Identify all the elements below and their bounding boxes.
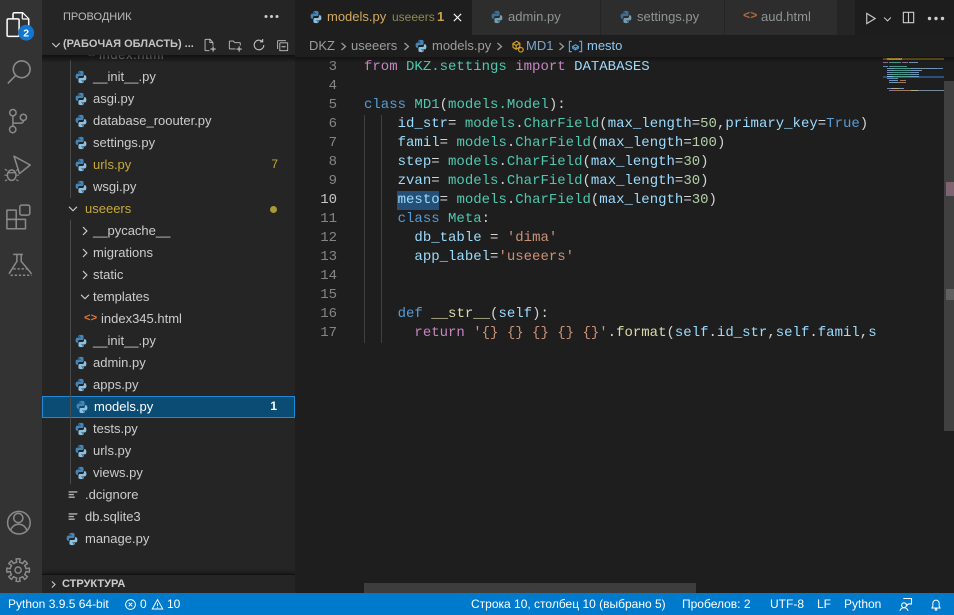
svg-text:2: 2 — [23, 28, 29, 40]
